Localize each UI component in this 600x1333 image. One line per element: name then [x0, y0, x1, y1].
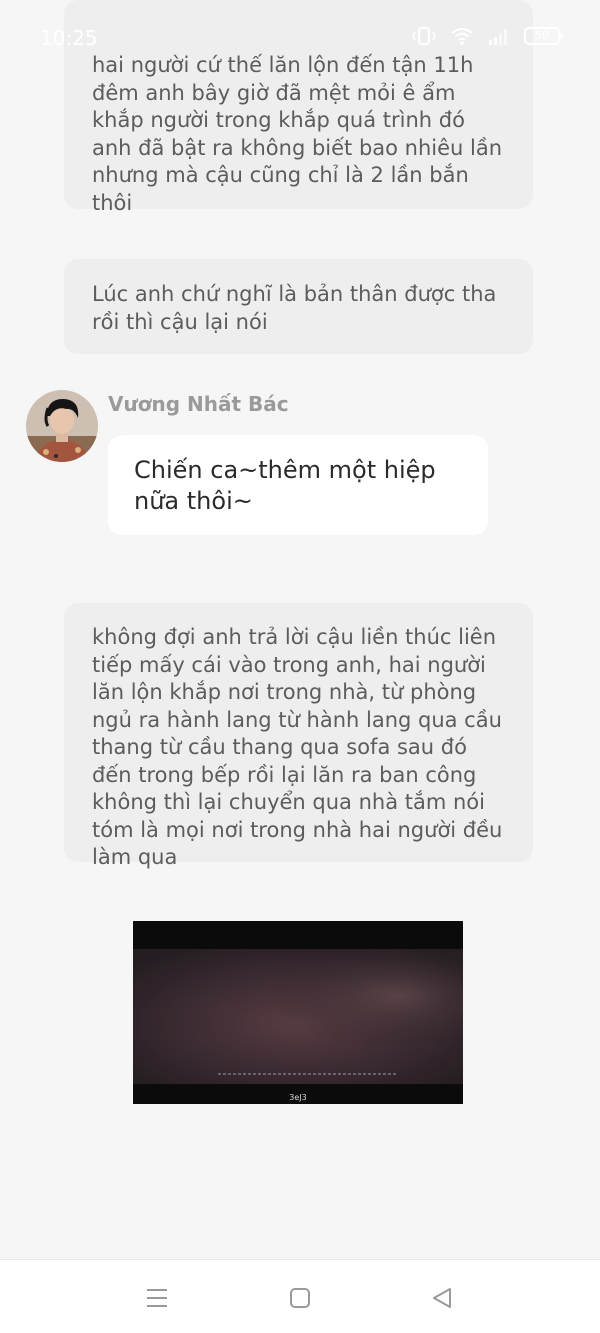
back-icon	[433, 1288, 451, 1308]
narration-text: không đợi anh trả lời cậu liền thúc liên…	[92, 625, 503, 869]
signal-icon	[488, 26, 510, 46]
message-image[interactable]: 3eJ3	[133, 921, 463, 1104]
navigation-bar	[0, 1259, 600, 1333]
status-icons: 50	[412, 26, 564, 46]
status-bar: 10:25 50	[0, 0, 600, 70]
menu-icon	[147, 1289, 167, 1307]
avatar[interactable]	[26, 390, 98, 462]
battery-icon: 50	[524, 26, 564, 46]
narration-bubble: không đợi anh trả lời cậu liền thúc liên…	[64, 603, 533, 869]
vibrate-icon	[412, 26, 436, 46]
message-text: Chiến ca~thêm một hiệp nữa thôi~	[134, 456, 436, 515]
home-icon	[290, 1288, 310, 1308]
narration-bubble: Lúc anh chứ nghĩ là bản thân được tha rồ…	[64, 259, 533, 354]
narration-text: hai người cứ thế lăn lộn đến tận 11h đêm…	[92, 53, 503, 215]
message-bubble[interactable]: Chiến ca~thêm một hiệp nữa thôi~	[108, 435, 488, 535]
chat-screen: hai người cứ thế lăn lộn đến tận 11h đêm…	[0, 0, 600, 1333]
status-time: 10:25	[40, 26, 98, 50]
back-button[interactable]	[428, 1284, 456, 1312]
sender-name: Vương Nhất Bác	[108, 392, 289, 416]
menu-button[interactable]	[143, 1284, 171, 1312]
battery-level: 50	[535, 29, 549, 42]
narration-text: Lúc anh chứ nghĩ là bản thân được tha rồ…	[92, 282, 497, 334]
wifi-icon	[450, 26, 474, 46]
image-watermark: 3eJ3	[289, 1093, 306, 1102]
home-button[interactable]	[286, 1284, 314, 1312]
